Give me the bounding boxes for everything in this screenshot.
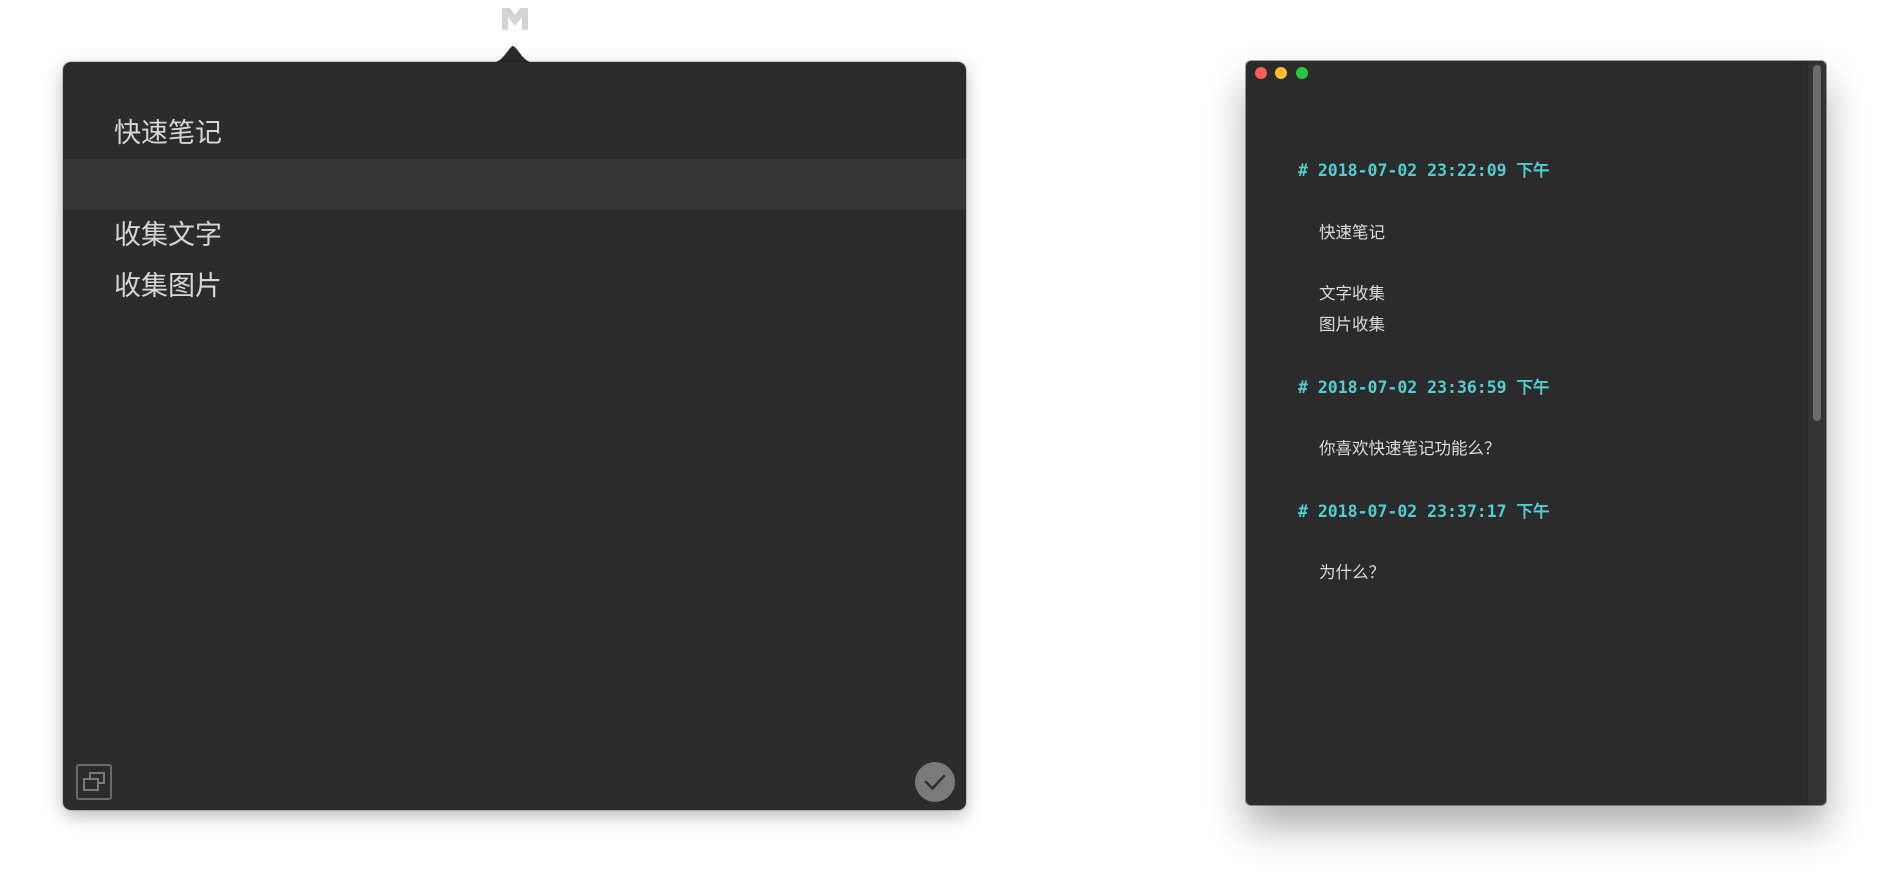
zoom-button[interactable] [1296, 67, 1308, 79]
entry-heading: # 2018-07-02 23:37:17 下午 [1298, 502, 1550, 521]
note-line[interactable]: 收集文字 [63, 210, 966, 261]
entry-line: 快速笔记 [1319, 223, 1385, 242]
checkmark-icon[interactable] [915, 762, 955, 802]
entry-heading: # 2018-07-02 23:36:59 下午 [1298, 378, 1550, 397]
m-icon[interactable] [500, 6, 530, 32]
editor-window: # 2018-07-02 23:22:09 下午 快速笔记 文字收集 图片收集 … [1246, 61, 1826, 805]
entry-line: 文字收集 [1319, 284, 1385, 303]
scrollbar-thumb[interactable] [1813, 65, 1821, 421]
entry-heading: # 2018-07-02 23:22:09 下午 [1298, 161, 1550, 180]
note-line[interactable]: 收集图片 [63, 261, 966, 312]
minimize-button[interactable] [1275, 67, 1287, 79]
note-line-active[interactable] [63, 159, 966, 210]
entry-line: 你喜欢快速笔记功能么？ [1319, 439, 1501, 458]
quick-note-popover: 快速笔记 收集文字 收集图片 [63, 62, 966, 810]
scrollbar[interactable] [1807, 61, 1826, 805]
note-line[interactable]: 快速笔记 [63, 108, 966, 159]
close-button[interactable] [1255, 67, 1267, 79]
entry-line: 图片收集 [1319, 315, 1385, 334]
windows-icon[interactable] [76, 764, 112, 800]
entry-line: 为什么？ [1319, 563, 1385, 582]
popover-arrow [483, 46, 543, 64]
desktop: 快速笔记 收集文字 收集图片 # 2018-07-02 23:22:09 下午 … [0, 0, 1883, 881]
